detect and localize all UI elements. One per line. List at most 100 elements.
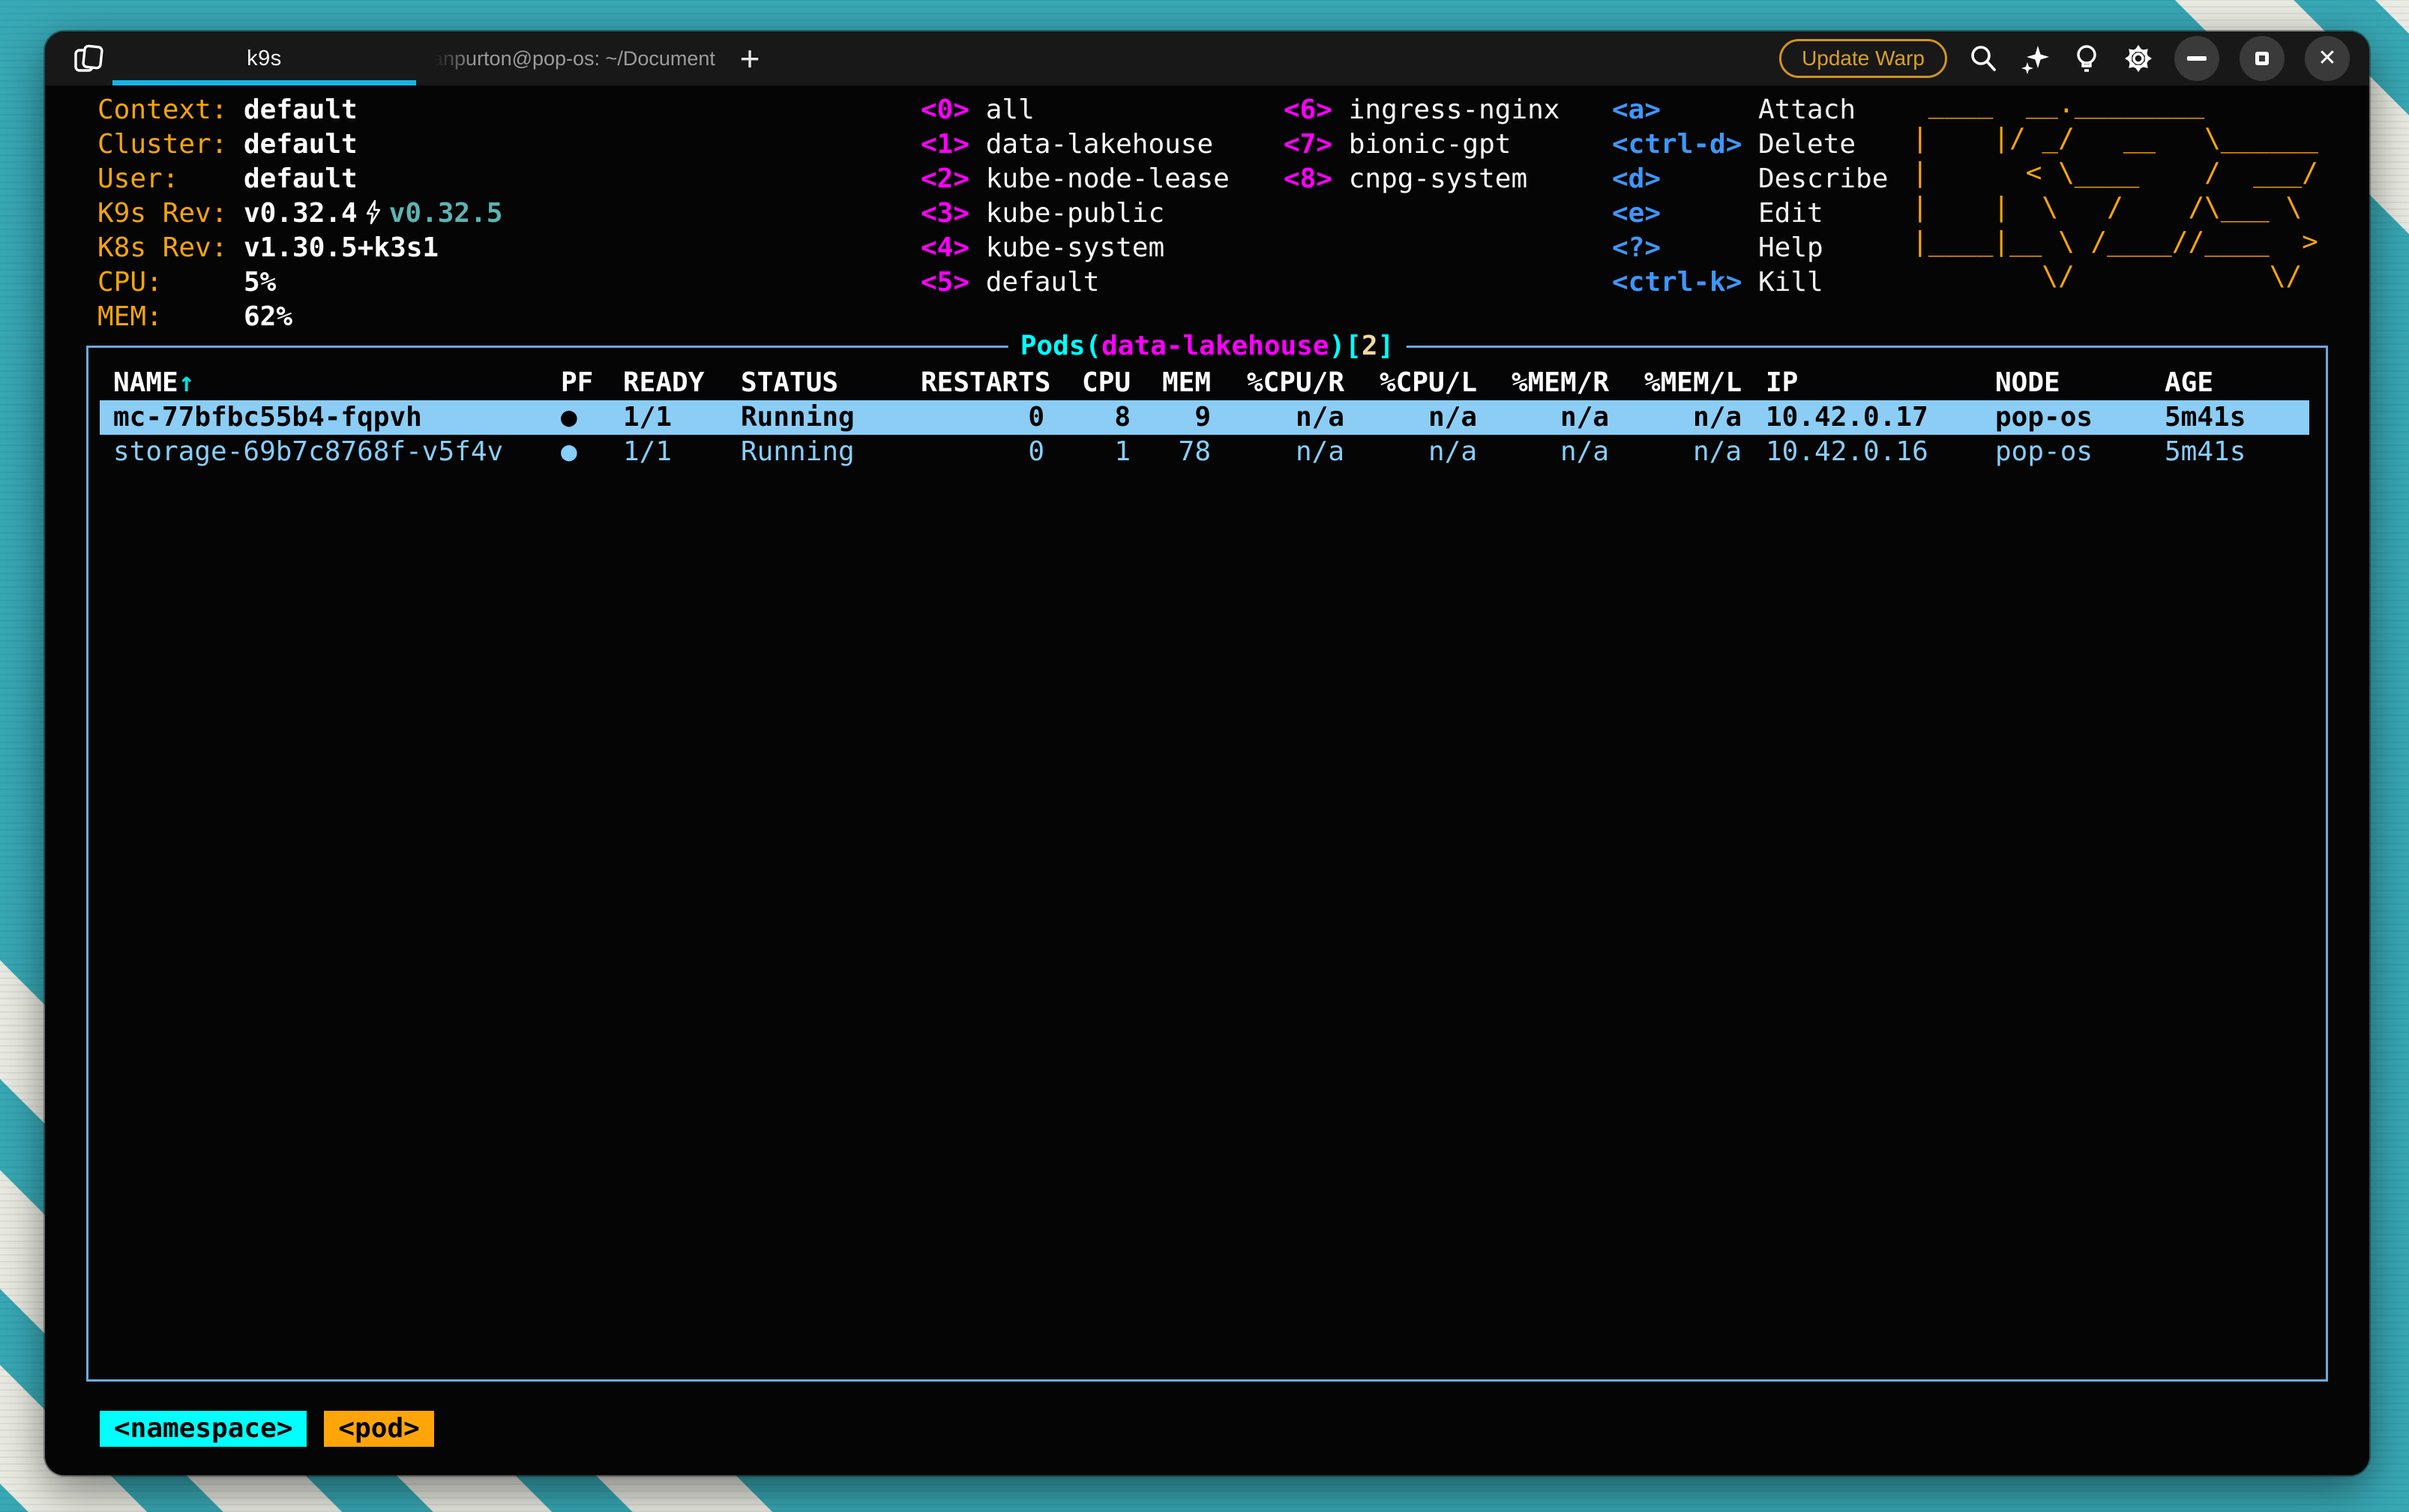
tab-pages-icon[interactable] [73,43,106,73]
update-warp-button[interactable]: Update Warp [1779,39,1947,78]
port-forward-dot: ● [561,400,623,435]
namespace-item: <3> kube-public [921,196,1230,231]
pod-restarts: 0 [921,435,1044,469]
namespace-item: <1> data-lakehouse [921,127,1230,162]
pod-mem-r: n/a [1477,400,1609,435]
pod-name: storage-69b7c8768f-v5f4v [113,435,561,469]
namespace-item: <8> cnpg-system [1284,162,1560,196]
col-header-ready[interactable]: READY [623,366,741,400]
col-header-cpu[interactable]: CPU [1044,366,1131,400]
col-header-cpu-r[interactable]: %CPU/R [1211,366,1344,400]
pod-node: pop-os [1995,435,2165,469]
tab-label-fade [427,31,475,85]
namespace-item: <6> ingress-nginx [1284,93,1560,127]
namespace-hotkeys-col2: <6> ingress-nginx <7> bionic-gpt <8> cnp… [1284,93,1560,196]
namespace-item: <2> kube-node-lease [921,162,1230,196]
pod-cpu-r: n/a [1211,400,1344,435]
pods-table: NAME↑ PF READY STATUS RESTARTS CPU MEM %… [88,348,2326,469]
pod-cpu-l: n/a [1344,400,1477,435]
crumb-namespace: <namespace> [100,1411,307,1447]
upgrade-bolt-icon [362,199,385,225]
col-header-mem[interactable]: MEM [1131,366,1211,400]
tab-k9s[interactable]: k9s [112,31,416,85]
tab-bar: k9s ianpurton@pop-os: ~/Document + Updat… [45,31,2369,85]
crumb-pod: <pod> [324,1411,433,1447]
active-tab-underline [112,80,416,85]
pod-mem-l: n/a [1609,435,1742,469]
tabbar-right-cluster: Update Warp [1779,31,2350,85]
minimize-icon [2187,56,2207,61]
new-tab-button[interactable]: + [724,31,776,85]
pod-mem: 9 [1131,400,1211,435]
namespace-item: <0> all [921,93,1230,127]
pod-status: Running [741,435,921,469]
col-header-restarts[interactable]: RESTARTS [921,366,1044,400]
pod-status: Running [741,400,921,435]
info-mem: MEM:62% [97,300,502,334]
pod-mem-r: n/a [1477,435,1609,469]
info-k8s-rev: K8s Rev:v1.30.5+k3s1 [97,231,502,265]
shortcut-help: <?>Help [1612,231,1888,265]
pod-cpu: 8 [1044,400,1131,435]
col-header-ip[interactable]: IP [1742,366,1995,400]
search-icon[interactable] [1967,43,1999,74]
tab-shell[interactable]: ianpurton@pop-os: ~/Document [427,31,742,85]
pod-mem: 78 [1131,435,1211,469]
col-header-age[interactable]: AGE [2165,366,2309,400]
pod-age: 5m41s [2165,435,2309,469]
port-forward-dot: ● [561,435,623,469]
maximize-button[interactable] [2240,36,2285,81]
pod-mem-l: n/a [1609,400,1742,435]
pod-age: 5m41s [2165,400,2309,435]
new-tab-plus: + [740,38,760,79]
info-user: User:default [97,162,502,196]
col-header-node[interactable]: NODE [1995,366,2165,400]
col-header-name[interactable]: NAME↑ [113,366,561,400]
sparkles-icon[interactable] [2019,43,2051,74]
col-header-mem-l[interactable]: %MEM/L [1609,366,1742,400]
info-cluster: Cluster:default [97,127,502,162]
shortcut-attach: <a>Attach [1612,93,1888,127]
command-shortcuts: <a>Attach <ctrl-d>Delete <d>Describe <e>… [1612,93,1888,300]
pod-restarts: 0 [921,400,1044,435]
namespace-hotkeys-col1: <0> all <1> data-lakehouse <2> kube-node… [921,93,1230,300]
breadcrumb: <namespace> <pod> [100,1411,434,1447]
info-cpu: CPU:5% [97,265,502,300]
pod-cpu-r: n/a [1211,435,1344,469]
shortcut-edit: <e>Edit [1612,196,1888,231]
pods-panel: Pods(data-lakehouse)[2] NAME↑ PF READY S… [86,346,2328,1382]
namespace-item: <5> default [921,265,1230,300]
sort-asc-icon: ↑ [178,367,195,398]
col-header-status[interactable]: STATUS [741,366,921,400]
col-header-cpu-l[interactable]: %CPU/L [1344,366,1477,400]
minimize-button[interactable] [2174,36,2219,81]
col-header-mem-r[interactable]: %MEM/R [1477,366,1609,400]
pod-row-selected[interactable]: mc-77bfbc55b4-fqpvh ● 1/1 Running 0 8 9 … [100,400,2309,435]
pod-row[interactable]: storage-69b7c8768f-v5f4v ● 1/1 Running 0… [100,435,2309,469]
pod-name: mc-77bfbc55b4-fqpvh [113,400,561,435]
namespace-item: <4> kube-system [921,231,1230,265]
pod-ready: 1/1 [623,400,741,435]
maximize-icon [2255,52,2269,65]
warp-terminal-window: k9s ianpurton@pop-os: ~/Document + Updat… [45,31,2369,1475]
close-icon: ✕ [2318,47,2336,70]
table-header-row: NAME↑ PF READY STATUS RESTARTS CPU MEM %… [100,366,2309,400]
col-header-pf[interactable]: PF [561,366,623,400]
namespace-item: <7> bionic-gpt [1284,127,1560,162]
tab-k9s-label: k9s [247,46,282,71]
pod-ip: 10.42.0.17 [1742,400,1995,435]
pods-panel-title: Pods(data-lakehouse)[2] [1008,329,1407,364]
pod-ip: 10.42.0.16 [1742,435,1995,469]
shortcut-describe: <d>Describe [1612,162,1888,196]
info-context: Context:default [97,93,502,127]
lightbulb-icon[interactable] [2071,43,2102,74]
shortcut-delete: <ctrl-d>Delete [1612,127,1888,162]
terminal-content: Context:default Cluster:default User:def… [45,85,2369,1475]
pod-node: pop-os [1995,400,2165,435]
shortcut-kill: <ctrl-k>Kill [1612,265,1888,300]
gear-icon[interactable] [2123,43,2154,74]
k9s-ascii-logo: ____ __.________ | |/ _/ __ \______ | < … [1912,87,2318,294]
pod-ready: 1/1 [623,435,741,469]
pod-cpu-l: n/a [1344,435,1477,469]
close-button[interactable]: ✕ [2305,36,2350,81]
